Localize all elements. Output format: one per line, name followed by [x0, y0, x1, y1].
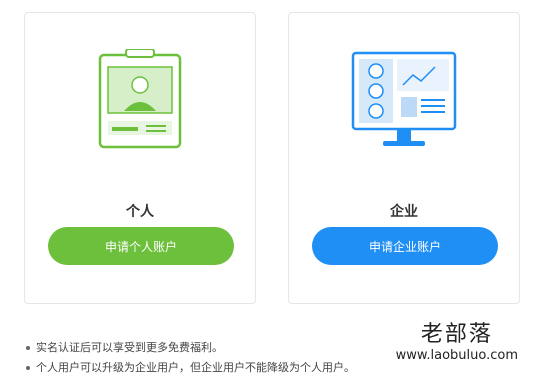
note-item: 实名认证后可以享受到更多免费福利。 — [26, 338, 355, 358]
note-text: 个人用户可以升级为企业用户，但企业用户不能降级为个人用户。 — [36, 361, 355, 374]
monitor-dashboard-icon — [289, 49, 519, 169]
enterprise-card: 企业 申请企业账户 — [288, 12, 520, 304]
personal-card: 个人 申请个人账户 — [24, 12, 256, 304]
bullet-icon — [26, 366, 30, 370]
watermark-url: www.laobuluo.com — [395, 348, 518, 363]
note-item: 个人用户可以升级为企业用户，但企业用户不能降级为个人用户。 — [26, 358, 355, 378]
watermark-name: 老部落 — [420, 322, 493, 347]
apply-enterprise-account-button[interactable]: 申请企业账户 — [312, 227, 498, 265]
apply-personal-account-button[interactable]: 申请个人账户 — [48, 227, 234, 265]
note-text: 实名认证后可以享受到更多免费福利。 — [36, 341, 223, 354]
watermark: 老部落 www.laobuluo.com — [396, 322, 518, 364]
card-title-personal: 个人 — [126, 204, 154, 220]
id-badge-icon — [25, 49, 255, 169]
card-title-enterprise: 企业 — [390, 204, 418, 220]
notes-list: 实名认证后可以享受到更多免费福利。 个人用户可以升级为企业用户，但企业用户不能降… — [26, 338, 355, 378]
bullet-icon — [26, 346, 30, 350]
